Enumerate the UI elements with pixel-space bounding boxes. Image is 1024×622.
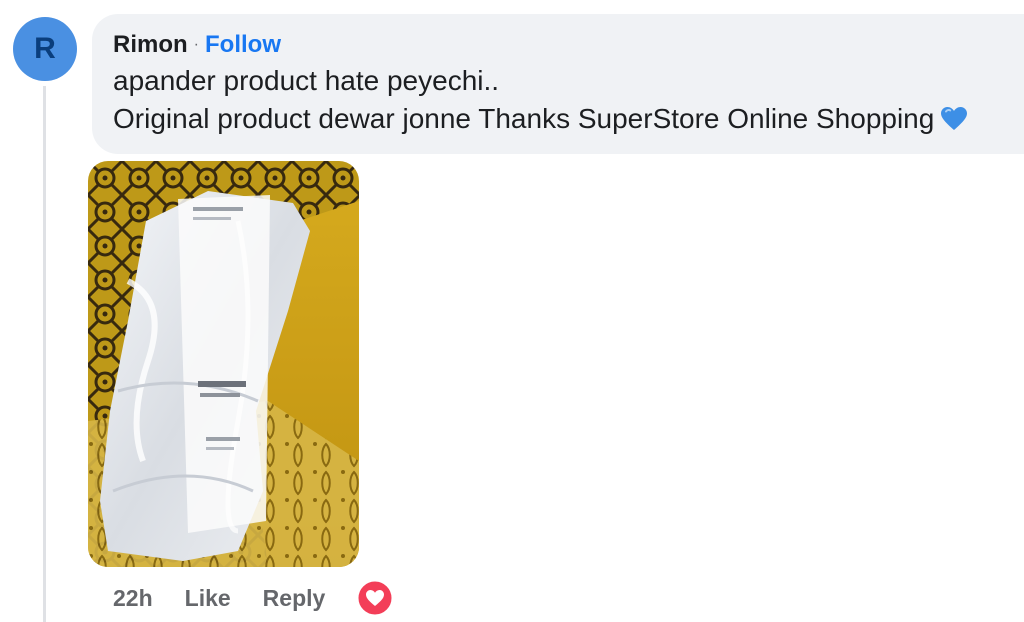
comment-header: Rimon · Follow [113, 30, 1024, 62]
reply-button[interactable]: Reply [263, 585, 326, 612]
like-button[interactable]: Like [185, 585, 231, 612]
love-reaction-icon[interactable] [357, 580, 394, 616]
author-name[interactable]: Rimon [113, 31, 188, 58]
timestamp[interactable]: 22h [113, 585, 153, 612]
follow-button[interactable]: Follow [205, 31, 281, 58]
blue-heart-icon [940, 104, 968, 142]
comment-bubble: Rimon · Follow apander product hate peyech… [92, 14, 1024, 154]
avatar[interactable]: R [13, 17, 77, 81]
avatar-letter: R [34, 32, 56, 65]
comment-photo[interactable] [88, 161, 359, 567]
comment-text-line-2-content: Original product dewar jonne Thanks Supe… [113, 103, 935, 134]
thread-connector-line [43, 86, 46, 622]
comment-text-line-2: Original product dewar jonne Thanks Supe… [113, 100, 1024, 142]
comment-text-line-1: apander product hate peyechi.. [113, 65, 500, 96]
separator-dot: · [193, 36, 199, 53]
comment-thread: R Rimon · Follow apander product hate peye… [0, 0, 1024, 622]
comment-actions: 22h Like Reply [113, 580, 394, 616]
